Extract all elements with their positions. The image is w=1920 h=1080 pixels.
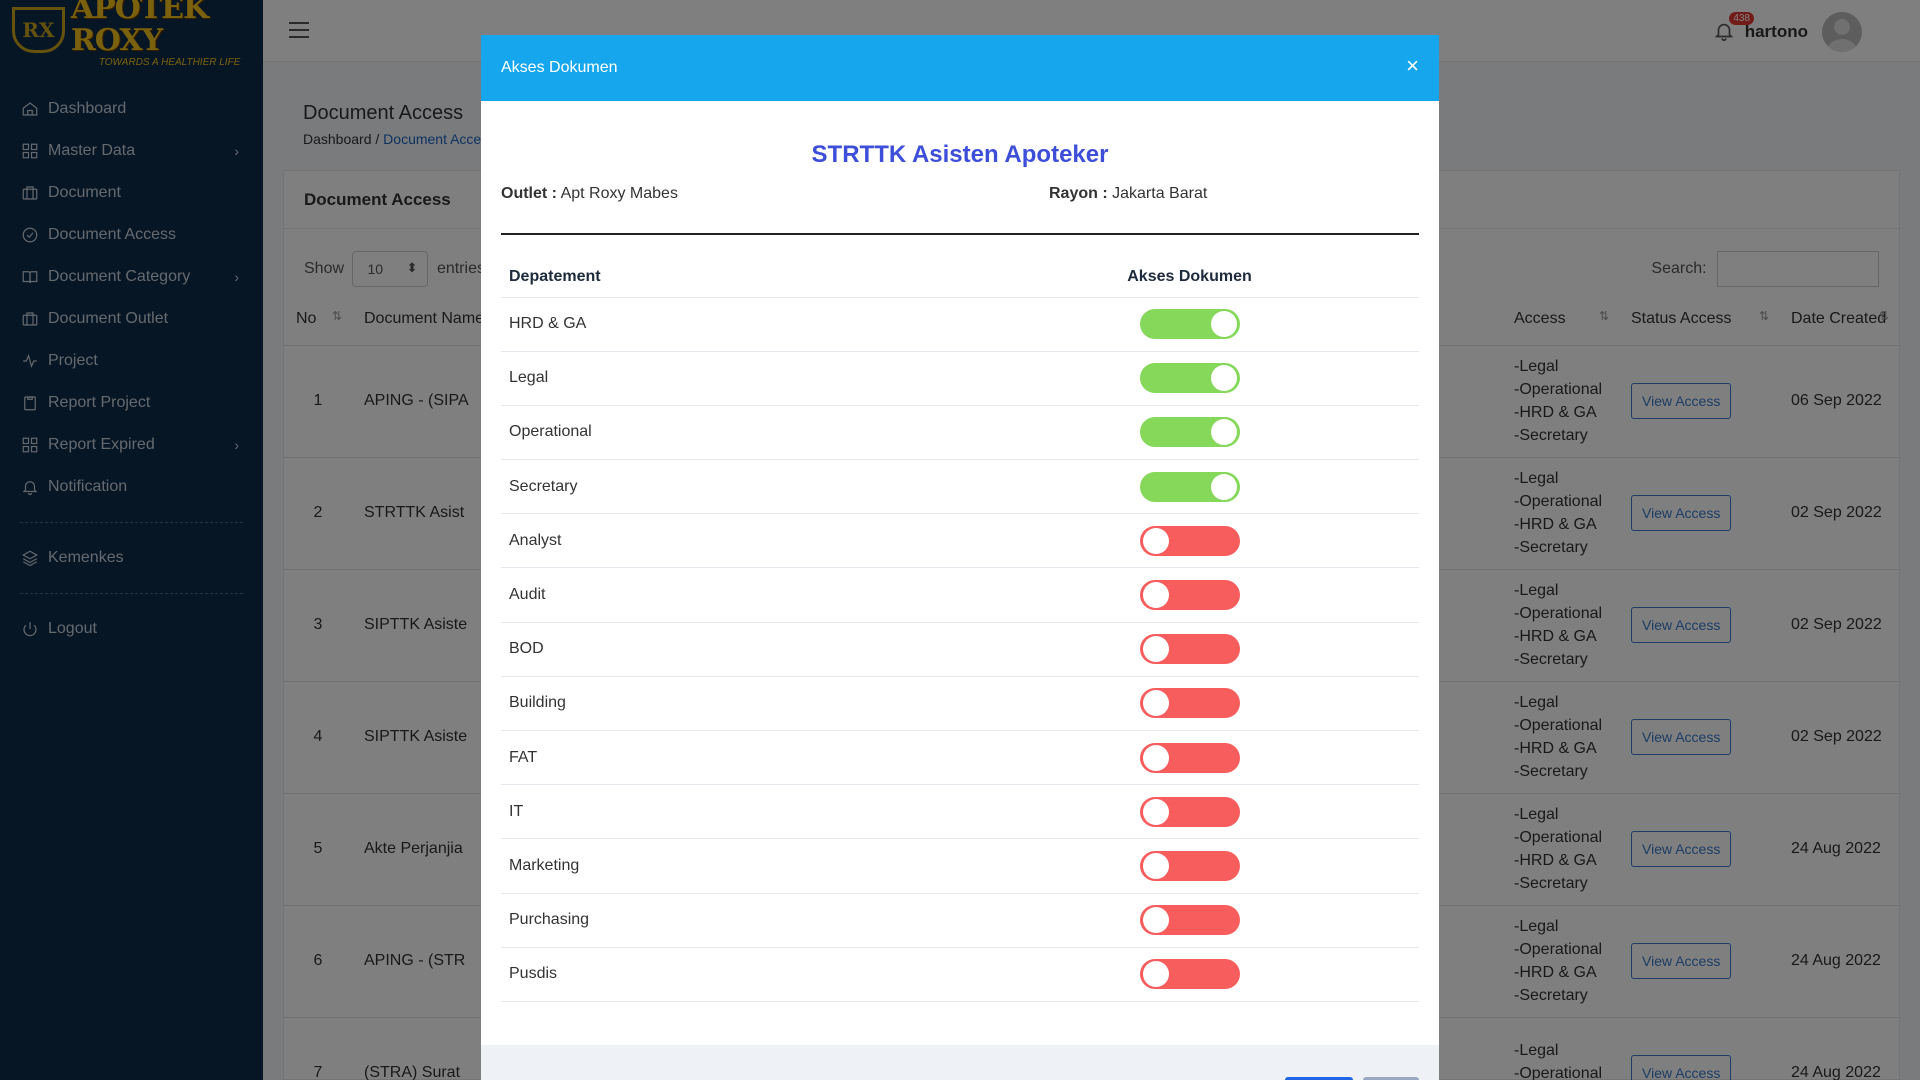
toggle-knob bbox=[1210, 419, 1237, 446]
outlet-value: Apt Roxy Mabes bbox=[560, 185, 678, 202]
department-row: Pusdis bbox=[501, 947, 1419, 1002]
access-toggle[interactable] bbox=[1139, 580, 1240, 611]
department-name: BOD bbox=[501, 622, 960, 677]
toggle-knob bbox=[1142, 744, 1169, 771]
modal-header: Akses Dokumen × bbox=[481, 35, 1439, 101]
department-name: Pusdis bbox=[501, 947, 960, 1002]
department-row: Marketing bbox=[501, 838, 1419, 894]
col-access-toggle: Akses Dokumen bbox=[960, 257, 1419, 298]
toggle-knob bbox=[1210, 365, 1237, 392]
access-toggle[interactable] bbox=[1139, 796, 1240, 827]
department-row: Audit bbox=[501, 567, 1419, 623]
toggle-knob bbox=[1142, 961, 1169, 988]
department-row: BOD bbox=[501, 622, 1419, 677]
access-toggle[interactable] bbox=[1139, 417, 1240, 448]
department-name: Legal bbox=[501, 351, 960, 406]
toggle-knob bbox=[1210, 311, 1237, 338]
access-toggle[interactable] bbox=[1139, 850, 1240, 881]
department-name: Secretary bbox=[501, 459, 960, 515]
toggle-knob bbox=[1142, 852, 1169, 879]
access-toggle[interactable] bbox=[1139, 959, 1240, 990]
department-row: Secretary bbox=[501, 459, 1419, 515]
department-row: IT bbox=[501, 784, 1419, 840]
access-toggle[interactable] bbox=[1139, 471, 1240, 502]
department-row: FAT bbox=[501, 730, 1419, 786]
access-toggle[interactable] bbox=[1139, 688, 1240, 719]
department-row: Legal bbox=[501, 351, 1419, 406]
toggle-knob bbox=[1142, 690, 1169, 717]
access-toggle[interactable] bbox=[1139, 309, 1240, 340]
department-row: Analyst bbox=[501, 513, 1419, 569]
department-row: Building bbox=[501, 676, 1419, 732]
department-name: IT bbox=[501, 784, 960, 840]
toggle-knob bbox=[1142, 907, 1169, 934]
access-toggle[interactable] bbox=[1139, 742, 1240, 773]
department-row: Purchasing bbox=[501, 893, 1419, 948]
toggle-knob bbox=[1210, 473, 1237, 500]
department-name: Operational bbox=[501, 405, 960, 461]
access-toggle[interactable] bbox=[1139, 634, 1240, 665]
close-icon[interactable]: × bbox=[1406, 55, 1419, 77]
access-toggle[interactable] bbox=[1139, 525, 1240, 556]
access-modal: Akses Dokumen × STRTTK Asisten Apoteker … bbox=[481, 35, 1439, 1080]
department-name: Analyst bbox=[501, 513, 960, 569]
toggle-knob bbox=[1142, 636, 1169, 663]
department-name: HRD & GA bbox=[501, 297, 960, 352]
toggle-knob bbox=[1142, 582, 1169, 609]
toggle-knob bbox=[1142, 527, 1169, 554]
department-name: Purchasing bbox=[501, 893, 960, 948]
col-department: Depatement bbox=[501, 257, 960, 298]
department-name: Marketing bbox=[501, 838, 960, 894]
department-name: Audit bbox=[501, 567, 960, 623]
department-row: Operational bbox=[501, 405, 1419, 461]
rayon-value: Jakarta Barat bbox=[1112, 185, 1208, 202]
modal-title: Akses Dokumen bbox=[501, 59, 618, 76]
access-toggle[interactable] bbox=[1139, 363, 1240, 394]
department-name: FAT bbox=[501, 730, 960, 786]
modal-footer bbox=[481, 1045, 1439, 1080]
toggle-knob bbox=[1142, 798, 1169, 825]
document-meta: Outlet : Apt Roxy Mabes Rayon : Jakarta … bbox=[501, 185, 1419, 235]
access-toggle[interactable] bbox=[1139, 905, 1240, 936]
department-name: Building bbox=[501, 676, 960, 732]
department-access-table: Depatement Akses Dokumen HRD & GA Legal Op… bbox=[501, 257, 1419, 1002]
document-title: STRTTK Asisten Apoteker bbox=[811, 141, 1109, 168]
department-row: HRD & GA bbox=[501, 297, 1419, 352]
